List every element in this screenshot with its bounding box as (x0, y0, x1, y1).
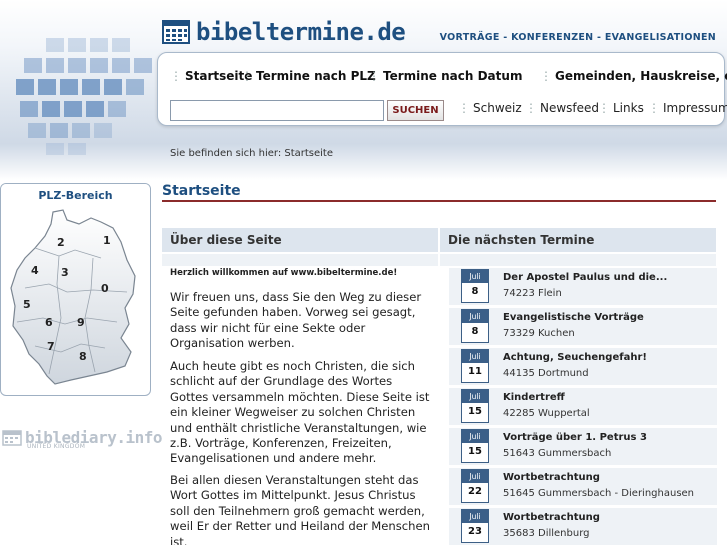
about-heading: Über diese Seite (162, 228, 438, 252)
event-title[interactable]: Vorträge über 1. Petrus 3 (503, 432, 647, 443)
page: bibeltermine.de VORTRÄGE - KONFERENZEN -… (0, 0, 727, 545)
welcome-text: Herzlich willkommen auf www.bibeltermine… (170, 268, 398, 278)
event-title[interactable]: Der Apostel Paulus und die... (503, 272, 667, 283)
nav-newsfeed[interactable]: ⋮ Newsfeed (525, 101, 599, 115)
event-day: 22 (468, 486, 482, 497)
plz-region-3[interactable]: 3 (61, 266, 69, 279)
calendar-date-icon: Juli 11 (461, 349, 489, 383)
plz-region-8[interactable]: 8 (79, 350, 87, 363)
event-item[interactable]: Juli 22 Wortbetrachtung 51645 Gummersbac… (449, 468, 717, 505)
event-item[interactable]: Juli 23 Wortbetrachtung 35683 Dillenburg (449, 508, 717, 545)
event-day: 15 (468, 406, 482, 417)
search-button[interactable]: SUCHEN (387, 100, 444, 121)
nav-gemeinden[interactable]: ⋮Gemeinden, Hauskreise, etc. (540, 69, 727, 83)
event-place: 51643 Gummersbach (503, 448, 612, 459)
event-day: 23 (468, 526, 482, 537)
event-month: Juli (462, 510, 488, 523)
plz-region-6[interactable]: 6 (45, 316, 53, 329)
separator: ⋮ (170, 69, 182, 83)
plz-region-9[interactable]: 9 (77, 316, 85, 329)
separator: ⋮ (598, 101, 610, 115)
event-month: Juli (462, 310, 488, 323)
calendar-icon (162, 20, 190, 44)
plz-region-2[interactable]: 2 (57, 236, 65, 249)
upcoming-heading: Die nächsten Termine (440, 228, 716, 252)
calendar-date-icon: Juli 22 (461, 469, 489, 503)
title-divider (162, 200, 716, 202)
calendar-date-icon: Juli 15 (461, 429, 489, 463)
event-place: 35683 Dillenburg (503, 528, 590, 539)
nav-termine-plz[interactable]: ⋮ Termine nach PLZ (241, 69, 376, 83)
event-day: 8 (471, 326, 479, 337)
separator: ⋮ (648, 101, 660, 115)
event-place: 74223 Flein (503, 288, 562, 299)
event-month: Juli (462, 350, 488, 363)
event-item[interactable]: Juli 11 Achtung, Seuchengefahr! 44135 Do… (449, 348, 717, 385)
plz-region-1[interactable]: 1 (103, 234, 111, 247)
calendar-date-icon: Juli 8 (461, 269, 489, 303)
event-day: 8 (471, 286, 479, 297)
event-title[interactable]: Evangelistische Vorträge (503, 312, 644, 323)
nav-termine-datum[interactable]: ⋮ Termine nach Datum (368, 69, 522, 83)
event-place: 73329 Kuchen (503, 328, 575, 339)
calendar-date-icon: Juli 8 (461, 309, 489, 343)
dates-subheader-bar (440, 254, 716, 266)
plz-area-box: PLZ-Bereich 2 1 4 3 0 5 6 9 7 8 (0, 183, 151, 396)
plz-title: PLZ-Bereich (1, 184, 150, 206)
plz-region-4[interactable]: 4 (31, 264, 39, 277)
site-tagline: VORTRÄGE - KONFERENZEN - EVANGELISATIONE… (439, 32, 716, 43)
separator: ⋮ (368, 69, 380, 83)
event-month: Juli (462, 470, 488, 483)
germany-outline (10, 209, 136, 385)
event-place: 42285 Wuppertal (503, 408, 590, 419)
intro-paragraph: Wir freuen uns, dass Sie den Weg zu dies… (170, 290, 422, 351)
site-title: bibeltermine.de (196, 18, 406, 46)
event-title[interactable]: Achtung, Seuchengefahr! (503, 352, 647, 363)
event-place: 51645 Gummersbach - Dieringhausen (503, 488, 695, 499)
event-day: 11 (468, 366, 482, 377)
intro-paragraph: Auch heute gibt es noch Christen, die si… (170, 359, 430, 466)
nav-links[interactable]: ⋮ Links (598, 101, 644, 115)
calendar-grid-logo-icon (16, 38, 152, 155)
intro-paragraph: Bei allen diesen Veranstaltungen steht d… (170, 473, 431, 545)
event-month: Juli (462, 430, 488, 443)
search-input[interactable] (170, 100, 384, 121)
event-title[interactable]: Wortbetrachtung (503, 512, 600, 523)
separator: ⋮ (540, 69, 552, 83)
nav-impressum[interactable]: ⋮ Impressum (648, 101, 727, 115)
event-item[interactable]: Juli 8 Der Apostel Paulus und die... 742… (449, 268, 717, 305)
event-item[interactable]: Juli 8 Evangelistische Vorträge 73329 Ku… (449, 308, 717, 345)
navigation-box: ⋮ Startseite ⋮ Termine nach PLZ ⋮ Termine n… (157, 52, 727, 126)
biblediary-subtitle: UNITED KINGDOM (27, 443, 86, 450)
event-place: 44135 Dortmund (503, 368, 589, 379)
page-title: Startseite (162, 183, 241, 199)
calendar-date-icon: Juli 23 (461, 509, 489, 543)
event-month: Juli (462, 390, 488, 403)
separator: ⋮ (525, 101, 537, 115)
brand[interactable]: bibeltermine.de (162, 18, 406, 46)
event-item[interactable]: Juli 15 Vorträge über 1. Petrus 3 51643 … (449, 428, 717, 465)
plz-region-7[interactable]: 7 (47, 340, 55, 353)
event-day: 15 (468, 446, 482, 457)
calendar-icon (2, 429, 22, 446)
event-title[interactable]: Kindertreff (503, 392, 565, 403)
event-month: Juli (462, 270, 488, 283)
about-subheader-bar (162, 254, 438, 266)
plz-region-5[interactable]: 5 (23, 298, 31, 311)
breadcrumb: Sie befinden sich hier: Startseite (170, 148, 334, 159)
plz-region-0[interactable]: 0 (101, 282, 109, 295)
nav-schweiz[interactable]: ⋮ Schweiz (458, 101, 522, 115)
event-title[interactable]: Wortbetrachtung (503, 472, 600, 483)
calendar-date-icon: Juli 15 (461, 389, 489, 423)
separator: ⋮ (241, 69, 253, 83)
event-item[interactable]: Juli 15 Kindertreff 42285 Wuppertal (449, 388, 717, 425)
separator: ⋮ (458, 101, 470, 115)
germany-plz-map[interactable]: 2 1 4 3 0 5 6 9 7 8 (5, 206, 147, 392)
